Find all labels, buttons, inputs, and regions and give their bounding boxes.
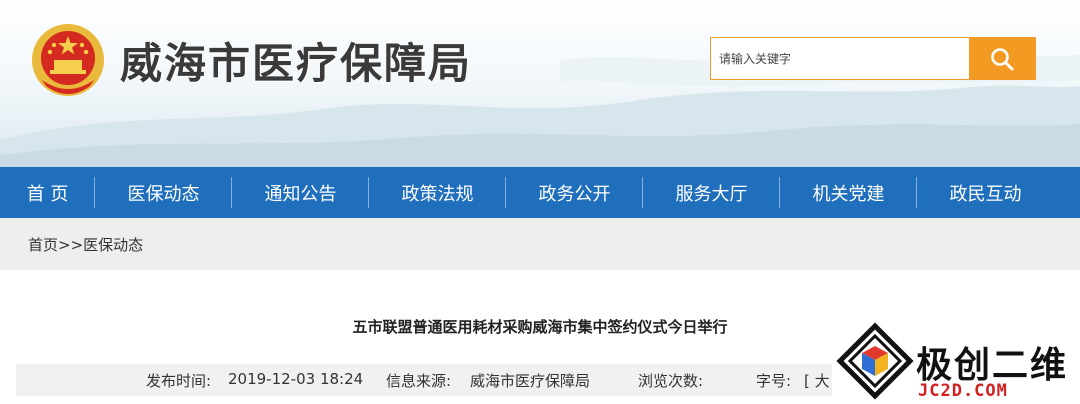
- breadcrumb-current-link[interactable]: 医保动态: [83, 236, 143, 254]
- nav-item-label: 服务大厅: [675, 183, 748, 205]
- breadcrumb: 首页>>医保动态: [28, 234, 143, 255]
- nav-item-interaction[interactable]: 政民互动: [917, 167, 1054, 218]
- source-label: 信息来源:: [386, 372, 452, 390]
- source-value: 威海市医疗保障局: [470, 372, 591, 390]
- font-size-label: 字号:: [756, 372, 792, 390]
- nav-item-label: 通知公告: [264, 183, 337, 205]
- view-count-label: 浏览次数:: [638, 372, 704, 390]
- article-title: 五市联盟普通医用耗材采购威海市集中签约仪式今日举行: [352, 318, 728, 336]
- nav-item-notices[interactable]: 通知公告: [232, 167, 369, 218]
- nav-item-label: 政策法规: [401, 183, 474, 205]
- national-emblem-icon: [32, 24, 104, 96]
- watermark-logo-icon: [836, 322, 914, 400]
- nav-item-gov-affairs[interactable]: 政务公开: [506, 167, 643, 218]
- breadcrumb-home-link[interactable]: 首页: [28, 236, 58, 254]
- search-box: [710, 37, 1036, 80]
- nav-item-policies[interactable]: 政策法规: [369, 167, 506, 218]
- font-size-large-option[interactable]: [ 大: [804, 370, 830, 391]
- nav-item-label: 医保动态: [127, 183, 200, 205]
- nav-item-service-hall[interactable]: 服务大厅: [643, 167, 780, 218]
- breadcrumb-bar: 首页>>医保动态: [0, 218, 1080, 270]
- search-input[interactable]: [711, 38, 969, 79]
- site-title: 威海市医疗保障局: [120, 39, 473, 88]
- nav-item-label: 政务公开: [538, 183, 611, 205]
- main-nav: 首 页 医保动态 通知公告 政策法规 政务公开 服务大厅 机关党建 政民互动: [0, 167, 1080, 218]
- breadcrumb-separator: >>: [58, 236, 84, 254]
- nav-item-label: 机关党建: [812, 183, 885, 205]
- publish-time-value: 2019-12-03 18:24: [228, 370, 364, 388]
- watermark-domain: JC2D.COM: [918, 381, 1008, 401]
- site-header: 威海市医疗保障局: [0, 0, 1080, 167]
- nav-item-news[interactable]: 医保动态: [95, 167, 232, 218]
- nav-item-party[interactable]: 机关党建: [780, 167, 917, 218]
- search-button[interactable]: [969, 38, 1035, 79]
- nav-item-home[interactable]: 首 页: [0, 167, 95, 218]
- nav-item-label: 首 页: [26, 183, 69, 205]
- search-icon: [991, 47, 1014, 70]
- publish-time-label: 发布时间:: [146, 372, 212, 390]
- nav-item-label: 政民互动: [949, 183, 1022, 205]
- article-meta-bar: 发布时间: 2019-12-03 18:24 信息来源: 威海市医疗保障局 浏览…: [16, 364, 832, 396]
